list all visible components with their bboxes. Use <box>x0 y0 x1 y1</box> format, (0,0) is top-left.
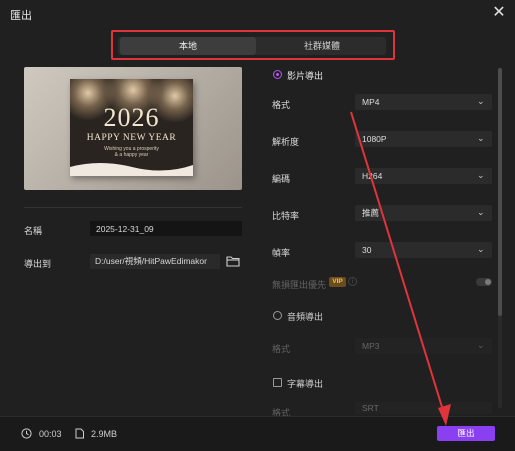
subtitle-export-label: 字幕導出 <box>287 379 324 389</box>
video-export-label: 影片導出 <box>287 71 324 81</box>
close-icon[interactable]: ✕ <box>491 5 507 21</box>
folder-icon[interactable] <box>226 255 240 267</box>
export-dialog: 匯出 ✕ 本地 社群媒體 2026 HAPPY NEW YEAR Wishing… <box>0 0 515 451</box>
chevron-down-icon: ⌄ <box>477 96 485 106</box>
format-select[interactable]: MP4 ⌄ <box>355 94 492 110</box>
export-button[interactable]: 匯出 <box>437 426 495 441</box>
tab-social-media[interactable]: 社群媒體 <box>258 37 386 55</box>
subtitle-export-checkbox[interactable] <box>273 378 282 387</box>
lossless-label: 無損匯出優先 <box>272 280 327 290</box>
tab-local[interactable]: 本地 <box>120 37 256 55</box>
scrollbar[interactable] <box>498 68 502 408</box>
preview-greeting-text: HAPPY NEW YEAR <box>86 133 177 143</box>
window-title: 匯出 <box>10 10 32 22</box>
clock-icon <box>21 428 32 439</box>
bitrate-select[interactable]: 推薦 ⌄ <box>355 205 492 221</box>
divider <box>24 207 242 208</box>
audio-format-select[interactable]: MP3 ⌄ <box>355 338 492 354</box>
bitrate-label: 比特率 <box>272 211 300 221</box>
resolution-select[interactable]: 1080P ⌄ <box>355 131 492 147</box>
lossless-toggle[interactable] <box>476 278 492 286</box>
audio-format-label: 格式 <box>272 344 291 354</box>
export-path-field[interactable]: D:/user/視頻/HitPawEdimakor <box>90 254 220 269</box>
video-preview: 2026 HAPPY NEW YEAR Wishing you a prospe… <box>24 67 242 190</box>
audio-export-label: 音頻導出 <box>287 312 324 322</box>
chevron-down-icon: ⌄ <box>477 133 485 143</box>
framerate-label: 幀率 <box>272 248 291 258</box>
title-bar: 匯出 ✕ <box>0 0 515 28</box>
vip-badge: VIP <box>329 277 346 287</box>
export-target-tabs: 本地 社群媒體 <box>118 37 386 55</box>
name-label: 名稱 <box>24 226 43 236</box>
wave-decoration <box>70 163 193 176</box>
duration-text: 00:03 <box>39 429 62 439</box>
chevron-down-icon: ⌄ <box>477 207 485 217</box>
preview-year-text: 2026 <box>103 103 160 132</box>
chevron-down-icon: ⌄ <box>477 340 485 350</box>
info-icon[interactable]: i <box>348 277 357 286</box>
codec-select[interactable]: H264 ⌄ <box>355 168 492 184</box>
chevron-down-icon: ⌄ <box>477 244 485 254</box>
preview-thumbnail: 2026 HAPPY NEW YEAR Wishing you a prospe… <box>70 79 193 176</box>
file-size-text: 2.9MB <box>91 429 118 439</box>
name-input[interactable] <box>90 221 242 236</box>
preview-subtitle-text: Wishing you a prosperity & a happy year <box>104 146 159 158</box>
framerate-select[interactable]: 30 ⌄ <box>355 242 492 258</box>
file-icon <box>75 428 84 439</box>
format-label: 格式 <box>272 100 291 110</box>
export-to-label: 導出到 <box>24 259 52 269</box>
chevron-down-icon: ⌄ <box>477 170 485 180</box>
resolution-label: 解析度 <box>272 137 300 147</box>
scrollbar-thumb[interactable] <box>498 68 502 316</box>
subtitle-format-select[interactable]: SRT <box>355 402 492 414</box>
footer-bar: 00:03 2.9MB 匯出 <box>0 416 515 451</box>
video-export-radio[interactable] <box>273 70 282 79</box>
codec-label: 編碼 <box>272 174 291 184</box>
audio-export-radio[interactable] <box>273 311 282 320</box>
